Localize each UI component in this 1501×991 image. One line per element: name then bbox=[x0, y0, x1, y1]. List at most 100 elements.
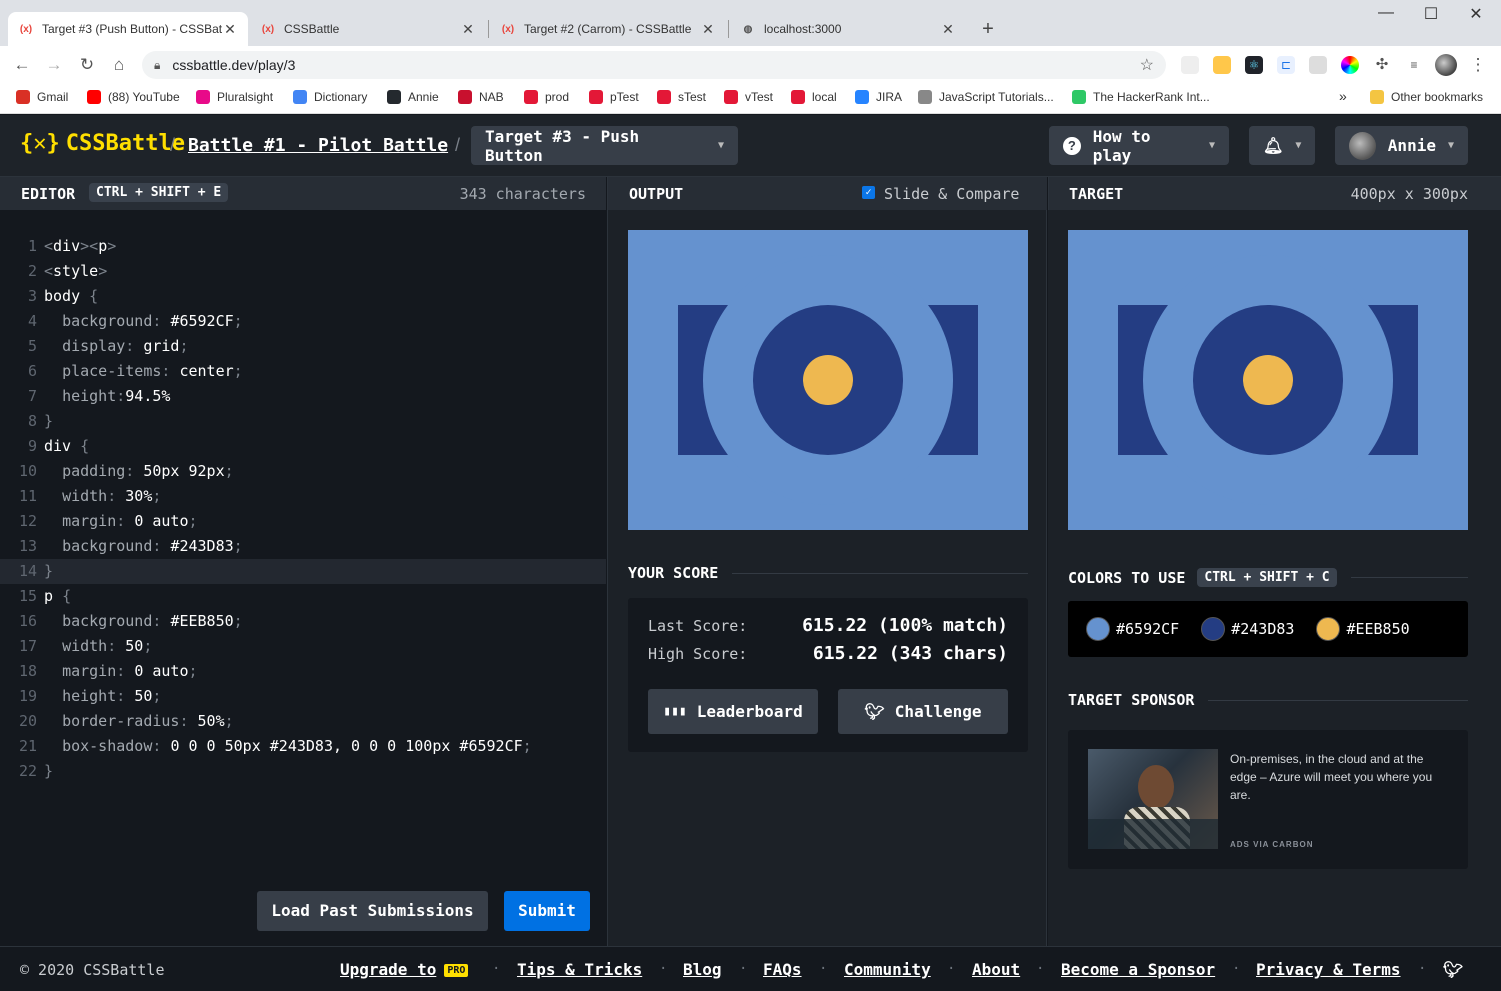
code-line[interactable]: 21 box-shadow: 0 0 0 50px #243D83, 0 0 0… bbox=[0, 734, 606, 759]
output-preview[interactable] bbox=[628, 230, 1028, 530]
address-bar[interactable]: 🔒︎ cssbattle.dev/play/3 ☆ bbox=[142, 51, 1166, 79]
ads-via-carbon[interactable]: ADS VIA CARBON bbox=[1230, 840, 1313, 849]
reload-icon[interactable]: ↻ bbox=[76, 54, 98, 76]
code-line[interactable]: 22} bbox=[0, 759, 606, 784]
code-line[interactable]: 2 <style> bbox=[0, 259, 606, 284]
media-icon[interactable]: ≡ bbox=[1405, 56, 1423, 74]
close-icon[interactable]: ✕ bbox=[700, 21, 716, 38]
upgrade-pro-link[interactable]: Upgrade to PRO bbox=[340, 960, 469, 979]
bookmark-star-icon[interactable]: ☆ bbox=[1140, 55, 1154, 75]
code-line[interactable]: 7 height:94.5% bbox=[0, 384, 606, 409]
browser-tab-cssbattle[interactable]: (x) CSSBattle ✕ bbox=[250, 12, 486, 46]
puzzle-icon[interactable]: ✣ bbox=[1373, 56, 1391, 74]
close-icon[interactable]: ✕ bbox=[222, 21, 238, 38]
close-icon[interactable]: ✕ bbox=[460, 21, 476, 38]
home-icon[interactable]: ⌂ bbox=[108, 54, 130, 76]
extension-icon[interactable] bbox=[1213, 56, 1231, 74]
extension-icon[interactable] bbox=[1181, 56, 1199, 74]
bookmark-annie[interactable]: Annie bbox=[387, 90, 439, 104]
footer-link-privacy[interactable]: Privacy & Terms bbox=[1256, 960, 1401, 979]
code-line[interactable]: 13 background: #243D83; bbox=[0, 534, 606, 559]
code-line[interactable]: 11 width: 30%; bbox=[0, 484, 606, 509]
bookmark-ptest[interactable]: pTest bbox=[589, 90, 639, 104]
submit-button[interactable]: Submit bbox=[504, 891, 590, 931]
twitter-icon[interactable]: 🐦︎ bbox=[1443, 960, 1463, 979]
code-line[interactable]: 20 border-radius: 50%; bbox=[0, 709, 606, 734]
sponsor-text[interactable]: On-premises, in the cloud and at the edg… bbox=[1230, 750, 1450, 804]
sponsor-image[interactable] bbox=[1088, 749, 1218, 849]
color-picker-icon[interactable] bbox=[1341, 56, 1359, 74]
target-select[interactable]: Target #3 - Push Button ▼ bbox=[471, 126, 738, 165]
bookmark-prod[interactable]: prod bbox=[524, 90, 569, 104]
minimize-icon[interactable]: — bbox=[1366, 4, 1406, 26]
tab-title: Target #3 (Push Button) - CSSBat bbox=[42, 22, 222, 36]
notifications-button[interactable]: 🔔︎ ▼ bbox=[1249, 126, 1315, 165]
code-line[interactable]: 14} bbox=[0, 559, 606, 584]
extension-icon[interactable] bbox=[1309, 56, 1327, 74]
bookmark-javascript-tutorials[interactable]: JavaScript Tutorials... bbox=[918, 90, 1054, 104]
code-line[interactable]: 15 p { bbox=[0, 584, 606, 609]
extension-icon[interactable]: ⊏ bbox=[1277, 56, 1295, 74]
code-line[interactable]: 6 place-items: center; bbox=[0, 359, 606, 384]
bookmark-stest[interactable]: sTest bbox=[657, 90, 706, 104]
code-line[interactable]: 10 padding: 50px 92px; bbox=[0, 459, 606, 484]
bookmark-nab[interactable]: NAB bbox=[458, 90, 504, 104]
code-line[interactable]: 4 background: #6592CF; bbox=[0, 309, 606, 334]
footer-link-about[interactable]: About bbox=[972, 960, 1020, 979]
bookmark-vtest[interactable]: vTest bbox=[724, 90, 773, 104]
color-swatch[interactable]: #EEB850 bbox=[1316, 617, 1410, 641]
code-line[interactable]: 5 display: grid; bbox=[0, 334, 606, 359]
cssbattle-logo[interactable]: {✕} CSSBattle bbox=[20, 131, 185, 156]
leaderboard-button[interactable]: ▮▮▮ Leaderboard bbox=[648, 689, 818, 734]
bookmark-pluralsight[interactable]: Pluralsight bbox=[196, 90, 273, 104]
slide-compare-checkbox[interactable]: ✓ bbox=[862, 186, 875, 199]
bookmark-other[interactable]: Other bookmarks bbox=[1370, 90, 1483, 104]
footer-link-sponsor[interactable]: Become a Sponsor bbox=[1061, 960, 1215, 979]
browser-tab-target-2[interactable]: (x) Target #2 (Carrom) - CSSBattle ✕ bbox=[490, 12, 726, 46]
code-line[interactable]: 12 margin: 0 auto; bbox=[0, 509, 606, 534]
how-to-play-button[interactable]: ? How to play ▼ bbox=[1049, 126, 1229, 165]
bookmark-jira[interactable]: JIRA bbox=[855, 90, 902, 104]
footer-link-blog[interactable]: Blog bbox=[683, 960, 722, 979]
code-line[interactable]: 16 background: #EEB850; bbox=[0, 609, 606, 634]
browser-tab-target-3[interactable]: (x) Target #3 (Push Button) - CSSBat ✕ bbox=[8, 12, 248, 46]
bookmark-dictionary[interactable]: Dictionary bbox=[293, 90, 367, 104]
slide-compare-label[interactable]: Slide & Compare bbox=[884, 185, 1019, 203]
react-devtools-icon[interactable]: ⚛ bbox=[1245, 56, 1263, 74]
kebab-menu-icon[interactable]: ⋮ bbox=[1467, 54, 1489, 76]
output-label: OUTPUT bbox=[629, 185, 684, 203]
close-window-icon[interactable]: ✕ bbox=[1456, 4, 1496, 26]
profile-avatar[interactable] bbox=[1435, 54, 1457, 76]
close-icon[interactable]: ✕ bbox=[940, 21, 956, 38]
footer-link-community[interactable]: Community bbox=[844, 960, 931, 979]
target-preview[interactable] bbox=[1068, 230, 1468, 530]
back-arrow-icon[interactable]: ← bbox=[11, 54, 33, 76]
load-past-submissions-button[interactable]: Load Past Submissions bbox=[257, 891, 488, 931]
footer-link-faqs[interactable]: FAQs bbox=[763, 960, 802, 979]
bookmarks-bar: Gmail (88) YouTube Pluralsight Dictionar… bbox=[0, 84, 1501, 114]
bookmark-local[interactable]: local bbox=[791, 90, 837, 104]
code-editor[interactable]: 1 <div><p> 2 <style> 3 body {4 background: #6… bbox=[0, 210, 606, 946]
footer-link-tips[interactable]: Tips & Tricks bbox=[517, 960, 642, 979]
sponsor-ad[interactable]: On-premises, in the cloud and at the edg… bbox=[1068, 730, 1468, 869]
bookmark-gmail[interactable]: Gmail bbox=[16, 90, 68, 104]
color-swatch[interactable]: #6592CF bbox=[1086, 617, 1179, 641]
code-line[interactable]: 9 div { bbox=[0, 434, 606, 459]
code-line[interactable]: 8} bbox=[0, 409, 606, 434]
forward-arrow-icon[interactable]: → bbox=[43, 54, 65, 76]
bookmark-hackerrank[interactable]: The HackerRank Int... bbox=[1072, 90, 1210, 104]
user-menu-button[interactable]: Annie ▼ bbox=[1335, 126, 1468, 165]
code-line[interactable]: 18 margin: 0 auto; bbox=[0, 659, 606, 684]
browser-tab-localhost[interactable]: ◍ localhost:3000 ✕ bbox=[730, 12, 966, 46]
maximize-icon[interactable]: ☐ bbox=[1411, 4, 1451, 26]
code-line[interactable]: 3 body { bbox=[0, 284, 606, 309]
challenge-button[interactable]: 🐦︎ Challenge bbox=[838, 689, 1008, 734]
color-swatch[interactable]: #243D83 bbox=[1201, 617, 1294, 641]
code-line[interactable]: 17 width: 50; bbox=[0, 634, 606, 659]
new-tab-button[interactable]: + bbox=[976, 18, 1000, 42]
more-bookmarks-chevron[interactable]: » bbox=[1339, 88, 1347, 104]
battle-link[interactable]: Battle #1 - Pilot Battle bbox=[188, 135, 448, 156]
code-line[interactable]: 1 <div><p> bbox=[0, 234, 606, 259]
bookmark-youtube[interactable]: (88) YouTube bbox=[87, 90, 180, 104]
code-line[interactable]: 19 height: 50; bbox=[0, 684, 606, 709]
